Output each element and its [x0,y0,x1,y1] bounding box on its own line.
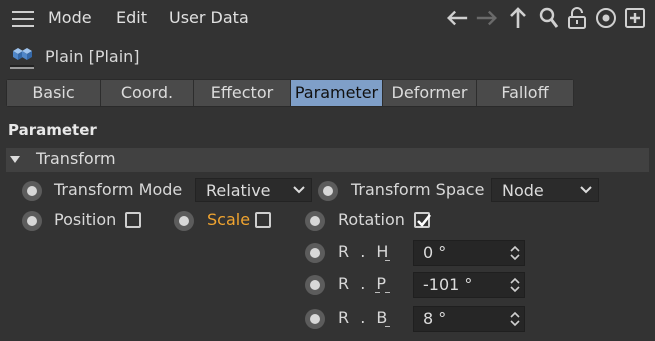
back-arrow-icon[interactable] [445,6,469,30]
transform-group-label: Transform [36,149,116,168]
tab-deformer[interactable]: Deformer [383,80,477,106]
menu-user-data[interactable]: User Data [169,8,249,27]
position-label: Position [54,210,117,229]
rh-input[interactable]: 0 ° [413,240,525,266]
up-arrow-icon[interactable] [506,6,530,30]
tab-falloff[interactable]: Falloff [477,80,574,106]
object-title: Plain [Plain] [45,47,140,66]
transform-mode-label: Transform Mode [54,180,183,199]
collapse-triangle-icon[interactable] [10,156,20,163]
hamburger-menu-icon[interactable] [12,11,34,27]
transform-space-label: Transform Space [351,180,485,199]
spinner-arrows-icon[interactable] [509,276,521,294]
spinner-arrows-icon[interactable] [509,244,521,262]
menu-mode[interactable]: Mode [48,8,92,27]
position-keyframe-dot[interactable] [22,211,42,231]
rotation-label: Rotation [338,210,405,229]
rb-input[interactable]: 8 ° [413,306,525,332]
forward-arrow-icon[interactable] [475,6,499,30]
rp-drag-handle-2[interactable] [385,292,390,293]
toolbar-icons [445,6,655,30]
transform-mode-value: Relative [206,181,271,200]
rh-value: 0 ° [423,243,447,262]
transform-space-value: Node [502,181,544,200]
rp-keyframe-dot[interactable] [305,275,325,295]
tab-coord[interactable]: Coord. [101,80,194,106]
rp-drag-handle[interactable] [375,292,380,293]
lock-icon[interactable] [565,6,589,30]
target-icon[interactable] [594,6,618,30]
plain-effector-icon [10,48,34,69]
transform-space-select[interactable]: Node [491,178,599,202]
spinner-arrows-icon[interactable] [509,310,521,328]
rp-input[interactable]: -101 ° [413,272,525,298]
transform-mode-keyframe-dot[interactable] [22,181,42,201]
scale-keyframe-dot[interactable] [174,211,194,231]
search-icon[interactable] [537,6,561,30]
rb-keyframe-dot[interactable] [305,309,325,329]
rp-label: R . P [338,274,390,293]
rh-label: R . H [338,242,392,261]
rp-value: -101 ° [423,275,473,294]
rh-keyframe-dot[interactable] [305,243,325,263]
section-heading: Parameter [8,121,97,139]
rb-label: R . B [338,308,391,327]
tab-parameter[interactable]: Parameter [291,80,383,106]
new-window-icon[interactable] [623,6,647,30]
transform-space-keyframe-dot[interactable] [318,181,338,201]
tab-bar: Basic Coord. Effector Parameter Deformer… [6,79,574,107]
rb-value: 8 ° [423,309,447,328]
position-checkbox[interactable] [125,212,141,228]
chevron-down-icon [293,186,305,194]
rb-drag-handle[interactable] [385,326,390,327]
scale-checkbox[interactable] [255,212,271,228]
transform-mode-select[interactable]: Relative [195,178,312,202]
scale-label: Scale [207,210,251,229]
rh-drag-handle[interactable] [385,260,390,261]
menu-edit[interactable]: Edit [116,8,147,27]
rotation-keyframe-dot[interactable] [305,211,325,231]
tab-effector[interactable]: Effector [194,80,291,106]
rotation-checkbox[interactable] [414,212,432,228]
chevron-down-icon [580,186,592,194]
checkmark-icon [417,214,432,227]
tab-basic[interactable]: Basic [7,80,101,106]
